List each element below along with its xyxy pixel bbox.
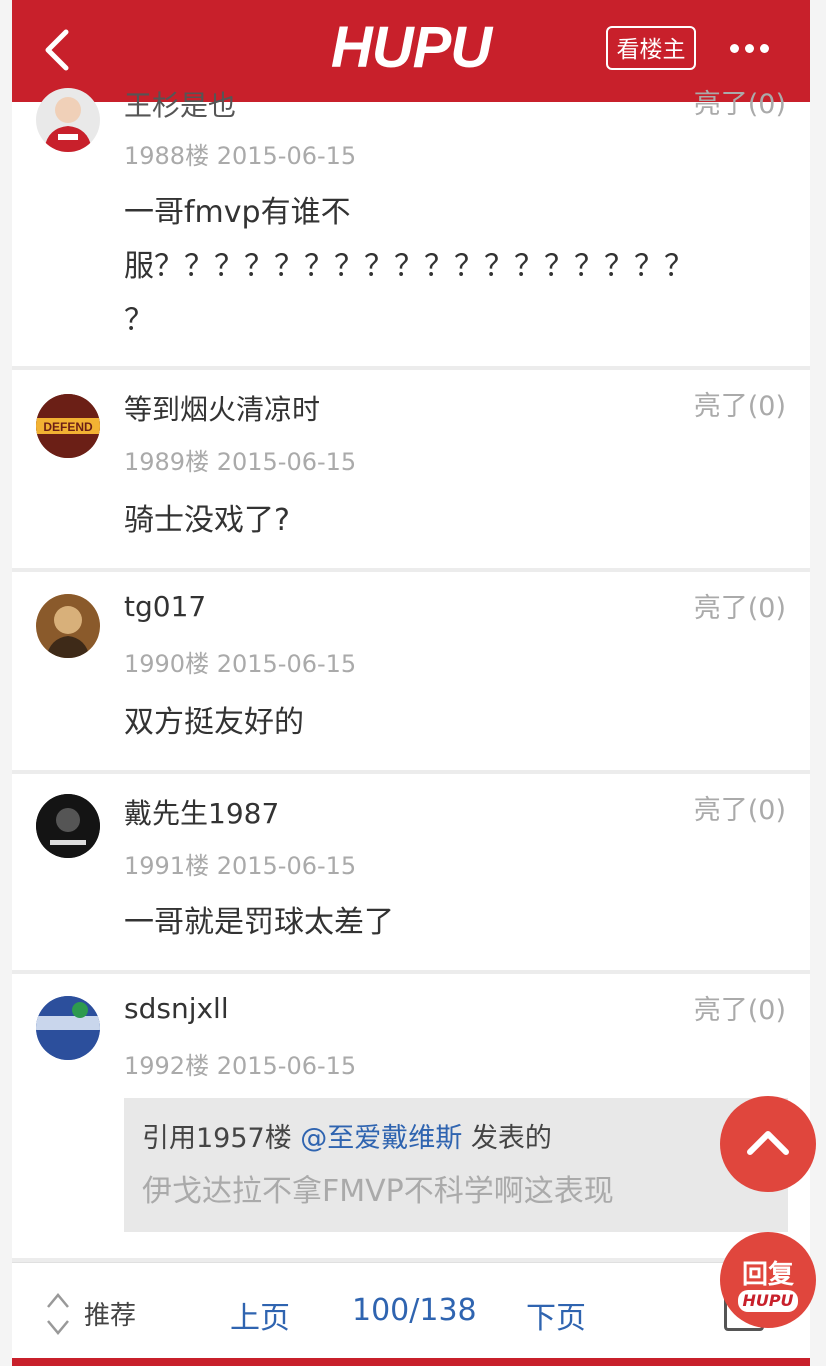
post-content: 骑士没戏了? [124, 503, 290, 538]
post-content: 一哥fmvp有谁不 服？？？？？？？？？？？？？？？？？？ ？ [124, 186, 764, 348]
bottom-accent [12, 1358, 810, 1366]
post-meta: 1990楼 2015-06-15 [124, 644, 356, 679]
svg-text:DEFEND: DEFEND [43, 420, 93, 434]
defend-avatar-icon: DEFEND [36, 394, 100, 458]
avatar[interactable]: DEFEND [36, 394, 100, 458]
author-name[interactable]: 王杉是也 [124, 84, 236, 124]
post-date: 2015-06-15 [216, 650, 357, 678]
reply-post: DEFEND 等到烟火清凉时 亮了(0) 1989楼 2015-06-15 骑士… [12, 370, 810, 568]
mention-link[interactable]: @至爱戴维斯 [300, 1123, 462, 1154]
reply-label: 回复 [741, 1260, 794, 1290]
post-date: 2015-06-15 [216, 448, 357, 476]
like-button[interactable]: 亮了(0) [694, 82, 786, 121]
post-date: 2015-06-15 [216, 1052, 357, 1080]
chevron-up-icon [747, 1131, 789, 1155]
like-button[interactable]: 亮了(0) [694, 586, 786, 625]
pagination-bar: 推荐 上页 100/138 下页 [12, 1262, 810, 1359]
quote-prefix: 引用1957楼 [142, 1123, 301, 1154]
user-avatar-icon [44, 97, 92, 152]
content-line: 服？？？？？？？？？？？？？？？？？？ [124, 249, 694, 284]
recommend-button[interactable]: 推荐 [44, 1289, 136, 1335]
quoted-reply[interactable]: 引用1957楼 @至爱戴维斯 发表的 伊戈达拉不拿FMVP不科学啊这表现 [124, 1098, 788, 1232]
next-page-button[interactable]: 下页 [526, 1293, 586, 1337]
post-meta: 1989楼 2015-06-15 [124, 442, 356, 477]
avatar[interactable] [36, 996, 100, 1060]
view-op-button[interactable]: 看楼主 [606, 26, 696, 70]
post-date: 2015-06-15 [216, 142, 357, 170]
avatar[interactable] [36, 88, 100, 152]
reply-post: 王杉是也 亮了(0) 1988楼 2015-06-15 一哥fmvp有谁不 服？… [12, 88, 810, 366]
page-indicator[interactable]: 100/138 [352, 1293, 477, 1328]
like-button[interactable]: 亮了(0) [694, 788, 786, 827]
floor-number: 1988楼 [124, 142, 210, 170]
post-date: 2015-06-15 [216, 852, 357, 880]
user-avatar-icon [36, 996, 100, 1060]
more-menu-button[interactable] [730, 38, 780, 58]
post-meta: 1991楼 2015-06-15 [124, 846, 356, 881]
post-meta: 1988楼 2015-06-15 [124, 136, 356, 171]
like-button[interactable]: 亮了(0) [694, 384, 786, 423]
reply-post: sdsnjxll 亮了(0) 1992楼 2015-06-15 引用1957楼 … [12, 974, 810, 1258]
thread-page: HUPU 看楼主 王杉是也 亮了(0) 1988楼 2015-06-15 一哥f… [12, 0, 810, 1366]
prev-page-button[interactable]: 上页 [230, 1293, 290, 1337]
content-line: ？ [124, 303, 154, 338]
vote-arrows-icon [47, 1293, 69, 1335]
author-name[interactable]: tg017 [124, 590, 206, 623]
author-name[interactable]: 戴先生1987 [124, 792, 279, 832]
author-name[interactable]: 等到烟火清凉时 [124, 388, 320, 428]
scroll-top-button[interactable] [720, 1096, 816, 1192]
user-avatar-icon [36, 594, 100, 658]
floor-number: 1990楼 [124, 650, 210, 678]
post-meta: 1992楼 2015-06-15 [124, 1046, 356, 1081]
quote-header: 引用1957楼 @至爱戴维斯 发表的 [142, 1116, 552, 1155]
post-content: 双方挺友好的 [124, 705, 304, 740]
quote-suffix: 发表的 [462, 1123, 552, 1154]
floor-number: 1992楼 [124, 1052, 210, 1080]
floor-number: 1991楼 [124, 852, 210, 880]
floor-number: 1989楼 [124, 448, 210, 476]
reply-post: 戴先生1987 亮了(0) 1991楼 2015-06-15 一哥就是罚球太差了 [12, 774, 810, 970]
reply-button[interactable]: 回复 HUPU [720, 1232, 816, 1328]
author-name[interactable]: sdsnjxll [124, 992, 229, 1025]
like-button[interactable]: 亮了(0) [694, 988, 786, 1027]
avatar[interactable] [36, 594, 100, 658]
recommend-label: 推荐 [84, 1301, 137, 1331]
avatar[interactable] [36, 794, 100, 858]
post-content: 一哥就是罚球太差了 [124, 905, 394, 940]
user-avatar-icon [36, 794, 100, 858]
more-dots-icon [730, 38, 775, 57]
hupu-small-logo: HUPU [738, 1290, 798, 1312]
reply-post: tg017 亮了(0) 1990楼 2015-06-15 双方挺友好的 [12, 572, 810, 770]
content-line: 一哥fmvp有谁不 [124, 195, 351, 230]
quote-text: 伊戈达拉不拿FMVP不科学啊这表现 [142, 1174, 614, 1209]
